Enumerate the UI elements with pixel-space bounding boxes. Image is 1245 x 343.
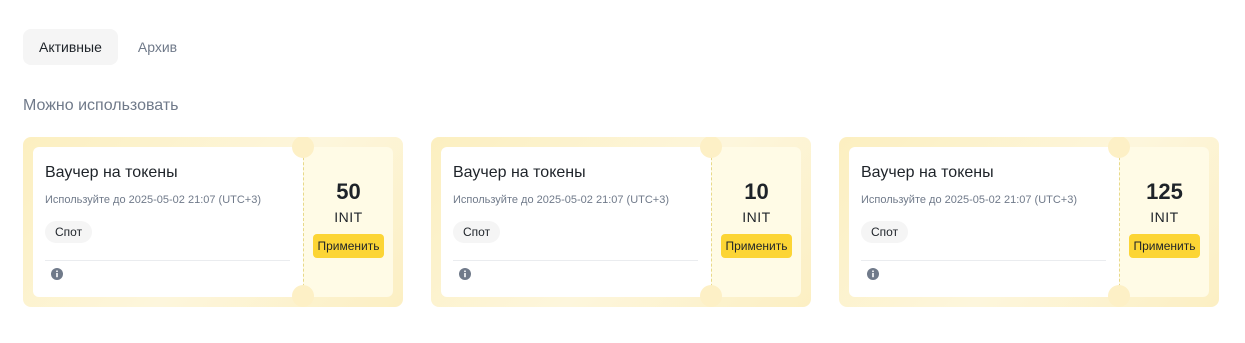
voucher-expiry: Используйте до 2025-05-02 21:07 (UTC+3) (453, 194, 670, 206)
voucher-divider (45, 260, 290, 261)
voucher-token: INIT (742, 209, 771, 225)
voucher-list: Ваучер на токены Используйте до 2025-05-… (23, 137, 1219, 307)
info-icon[interactable] (867, 268, 879, 280)
ticket-notch (292, 137, 314, 158)
voucher-title: Ваучер на токены (453, 164, 586, 181)
voucher-details: Ваучер на токены Используйте до 2025-05-… (849, 147, 1119, 297)
section-title: Можно использовать (23, 97, 179, 114)
voucher-details: Ваучер на токены Используйте до 2025-05-… (441, 147, 711, 297)
voucher-type-badge: Спот (453, 221, 501, 243)
ticket-notch (292, 285, 314, 307)
voucher-card: Ваучер на токены Используйте до 2025-05-… (23, 137, 403, 307)
info-icon[interactable] (51, 268, 63, 280)
voucher-title: Ваучер на токены (45, 164, 178, 181)
ticket-notch (700, 285, 722, 307)
voucher-divider (453, 260, 698, 261)
voucher-tabs: Активные Архив (23, 29, 193, 65)
voucher-token: INIT (334, 209, 363, 225)
apply-button[interactable]: Применить (1129, 234, 1200, 258)
apply-button[interactable]: Применить (721, 234, 792, 258)
voucher-type-badge: Спот (45, 221, 93, 243)
voucher-title: Ваучер на токены (861, 164, 994, 181)
apply-button[interactable]: Применить (313, 234, 384, 258)
voucher-card: Ваучер на токены Используйте до 2025-05-… (431, 137, 811, 307)
ticket-notch (1108, 137, 1130, 158)
voucher-token: INIT (1150, 209, 1179, 225)
tab-archive[interactable]: Архив (122, 29, 193, 65)
voucher-value-panel: 125 INIT Применить (1119, 147, 1209, 297)
voucher-details: Ваучер на токены Используйте до 2025-05-… (33, 147, 303, 297)
voucher-value-panel: 10 INIT Применить (711, 147, 801, 297)
voucher-value-panel: 50 INIT Применить (303, 147, 393, 297)
voucher-card: Ваучер на токены Используйте до 2025-05-… (839, 137, 1219, 307)
voucher-amount: 125 (1146, 179, 1183, 204)
voucher-amount: 50 (336, 179, 361, 204)
voucher-expiry: Используйте до 2025-05-02 21:07 (UTC+3) (861, 194, 1078, 206)
info-icon[interactable] (459, 268, 471, 280)
voucher-expiry: Используйте до 2025-05-02 21:07 (UTC+3) (45, 194, 262, 206)
voucher-amount: 10 (744, 179, 769, 204)
ticket-notch (1108, 285, 1130, 307)
voucher-divider (861, 260, 1106, 261)
tab-active[interactable]: Активные (23, 29, 118, 65)
ticket-notch (700, 137, 722, 158)
voucher-type-badge: Спот (861, 221, 909, 243)
